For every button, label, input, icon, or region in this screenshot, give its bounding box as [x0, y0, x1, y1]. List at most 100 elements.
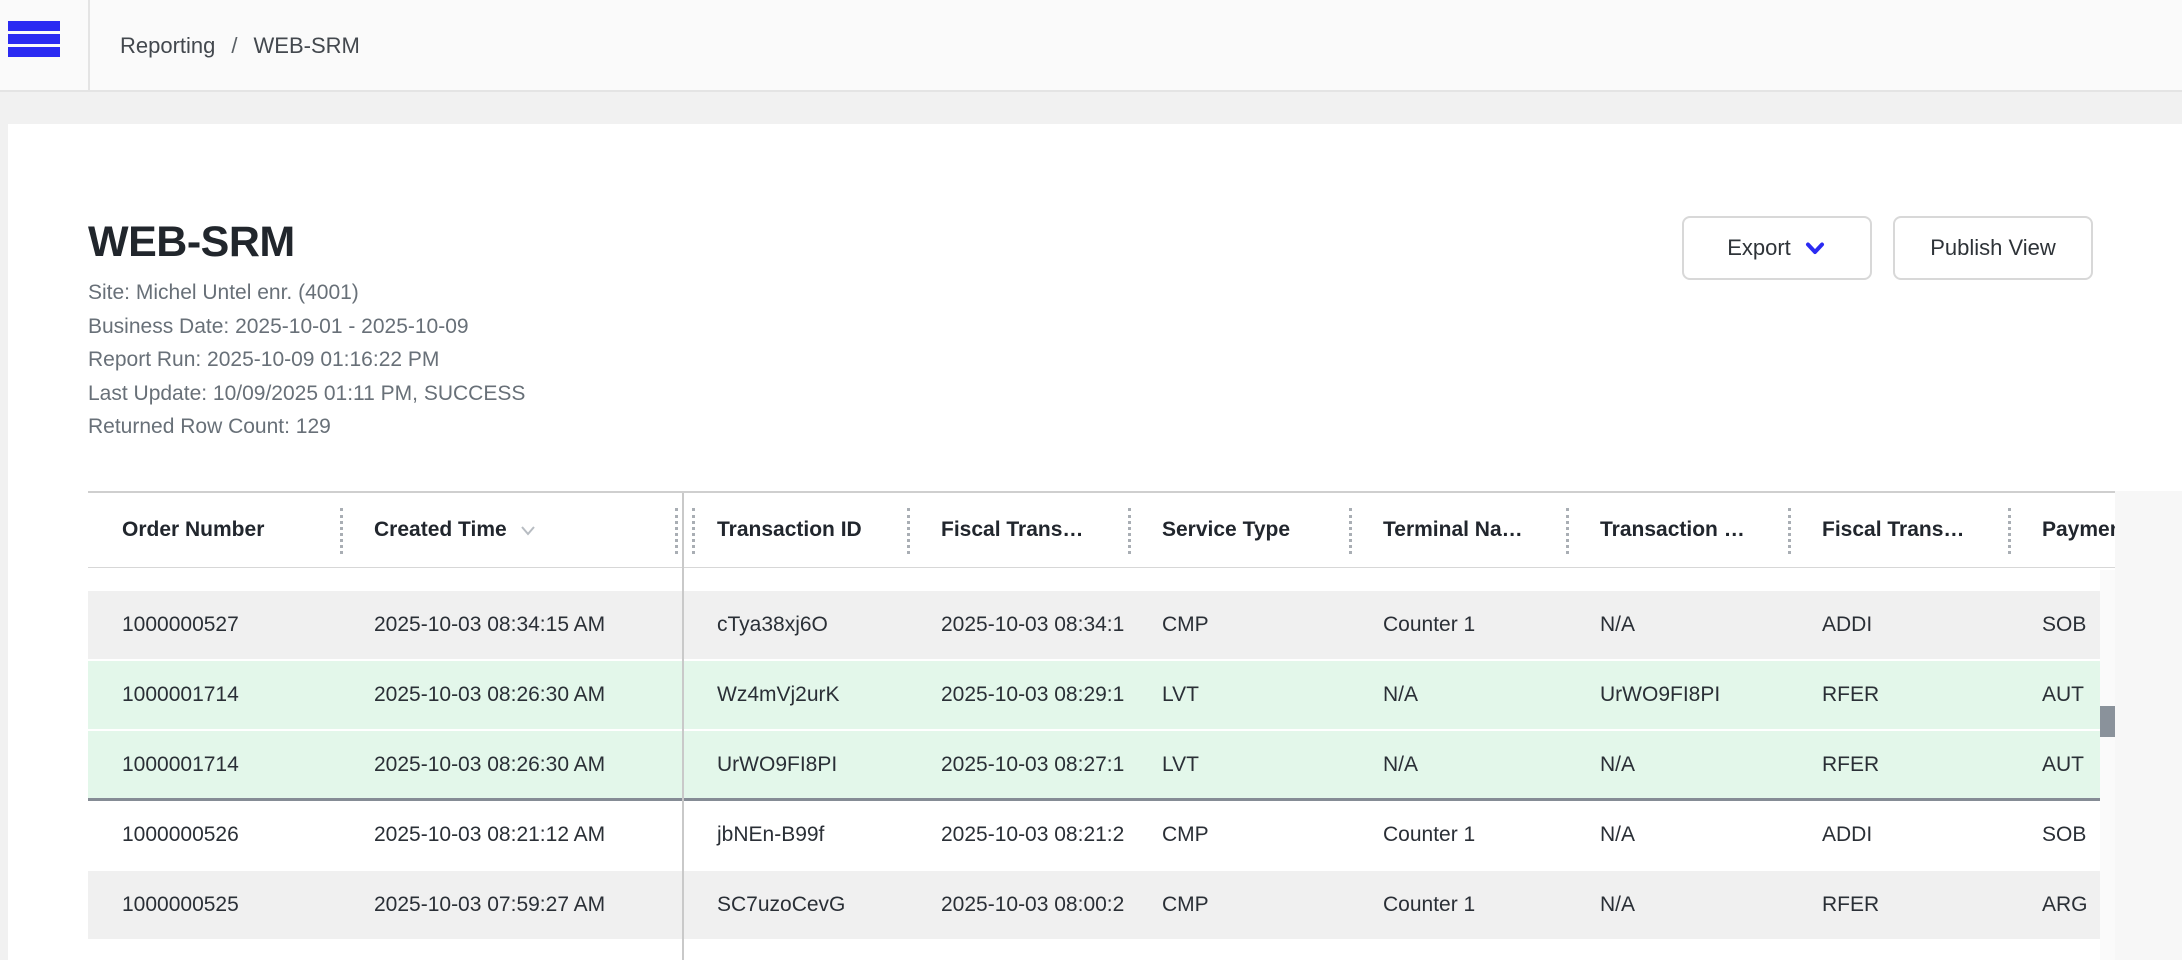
column-resize-handle[interactable] [692, 508, 695, 554]
table-row[interactable]: 10000017142025-10-03 08:26:30 AMWz4mVj2u… [88, 661, 2100, 731]
table-cell: 2025-10-03 08:27:1 [907, 731, 1128, 798]
table-cell: 2025-10-03 08:21:2 [907, 801, 1128, 869]
export-button[interactable]: Export [1682, 216, 1872, 280]
column-header-label: Fiscal Trans… [941, 518, 1083, 542]
table-cell: 2025-10-03 08:34:15 AM [340, 591, 683, 659]
table-cell: N/A [1566, 871, 1788, 939]
table-cell: SOB [2008, 591, 2115, 659]
report-meta: Site: Michel Untel enr. (4001) Business … [88, 276, 525, 444]
hamburger-menu-button[interactable] [8, 21, 60, 57]
table-row[interactable]: 10000005252025-10-03 07:59:27 AMSC7uzoCe… [88, 871, 2100, 939]
table-cell: RFER [1788, 661, 2008, 729]
column-resize-handle[interactable] [340, 508, 343, 554]
column-header-label: Transaction … [1600, 518, 1745, 542]
table-cell: 2025-10-03 08:34:1 [907, 591, 1128, 659]
column-header-label: Paymen [2042, 518, 2115, 542]
sort-descending-icon [517, 519, 539, 541]
table-cell: RFER [1788, 731, 2008, 798]
table-cell: CMP [1128, 871, 1349, 939]
publish-view-button-label: Publish View [1930, 235, 2056, 261]
table-cell: jbNEn-B99f [683, 801, 907, 869]
column-header[interactable]: Paymen [2008, 493, 2115, 567]
column-header[interactable]: Transaction ID [683, 493, 907, 567]
column-resize-handle[interactable] [675, 508, 678, 554]
column-header-label: Fiscal Trans… [1822, 518, 1964, 542]
meta-business-date: Business Date: 2025-10-01 - 2025-10-09 [88, 310, 525, 344]
column-header[interactable]: Terminal Na… [1349, 493, 1566, 567]
table-cell: 2025-10-03 07:59:27 AM [340, 871, 683, 939]
report-card: WEB-SRM Site: Michel Untel enr. (4001) B… [8, 124, 2182, 960]
report-actions: Export Publish View [1682, 216, 2093, 280]
table-cell: N/A [1566, 591, 1788, 659]
table-cell: RFER [1788, 871, 2008, 939]
topbar-divider [88, 0, 90, 92]
topbar: Reporting / WEB-SRM [0, 0, 2182, 92]
export-button-label: Export [1727, 235, 1791, 261]
table-cell: N/A [1349, 661, 1566, 729]
meta-site: Site: Michel Untel enr. (4001) [88, 276, 525, 310]
table-cell: 2025-10-03 08:26:30 AM [340, 731, 683, 798]
vertical-scrollbar[interactable] [2100, 570, 2115, 960]
table-cell: Counter 1 [1349, 801, 1566, 869]
table-cell: Counter 1 [1349, 871, 1566, 939]
table-body: 10000005272025-10-03 08:34:15 AMcTya38xj… [88, 568, 2100, 939]
table-cell: UrWO9FI8PI [683, 731, 907, 798]
meta-row-count: Returned Row Count: 129 [88, 410, 525, 444]
table-cell: 1000000525 [88, 871, 340, 939]
table-row[interactable]: 10000017142025-10-03 08:26:30 AMUrWO9FI8… [88, 731, 2100, 801]
table-cell: 2025-10-03 08:21:12 AM [340, 801, 683, 869]
frozen-column-divider [682, 493, 684, 960]
column-header[interactable]: Transaction … [1566, 493, 1788, 567]
table-cell: N/A [1566, 731, 1788, 798]
table-cell: UrWO9FI8PI [1566, 661, 1788, 729]
column-resize-handle[interactable] [1349, 508, 1352, 554]
chevron-down-icon [1803, 236, 1827, 260]
column-header-label: Created Time [374, 518, 507, 542]
column-header-label: Order Number [122, 518, 264, 542]
column-resize-handle[interactable] [2008, 508, 2011, 554]
publish-view-button[interactable]: Publish View [1893, 216, 2093, 280]
table-cell: N/A [1349, 731, 1566, 798]
breadcrumb-separator: / [231, 33, 237, 59]
table-cell: SC7uzoCevG [683, 871, 907, 939]
table-cell: AUT [2008, 661, 2115, 729]
table-row[interactable]: 10000005262025-10-03 08:21:12 AMjbNEn-B9… [88, 801, 2100, 871]
column-resize-handle[interactable] [1566, 508, 1569, 554]
column-header[interactable]: Service Type [1128, 493, 1349, 567]
column-resize-handle[interactable] [907, 508, 910, 554]
table-right-gutter [2115, 491, 2182, 960]
table-cell: AUT [2008, 731, 2115, 798]
column-header[interactable]: Fiscal Trans… [907, 493, 1128, 567]
column-header[interactable]: Created Time [340, 493, 683, 567]
table-header-row: Order Number Created Time Transaction ID… [88, 493, 2115, 568]
page-title: WEB-SRM [88, 218, 295, 267]
column-header-label: Terminal Na… [1383, 518, 1523, 542]
table-cell: LVT [1128, 731, 1349, 798]
column-header-label: Service Type [1162, 518, 1290, 542]
column-resize-handle[interactable] [1788, 508, 1791, 554]
column-header[interactable]: Fiscal Trans… [1788, 493, 2008, 567]
breadcrumb-item-current: WEB-SRM [254, 33, 360, 59]
table-cell: Wz4mVj2urK [683, 661, 907, 729]
breadcrumb: Reporting / WEB-SRM [120, 0, 360, 92]
table-cell: CMP [1128, 591, 1349, 659]
meta-report-run: Report Run: 2025-10-09 01:16:22 PM [88, 343, 525, 377]
table-cell: SOB [2008, 801, 2115, 869]
column-header-label: Transaction ID [717, 518, 862, 542]
table-cell: CMP [1128, 801, 1349, 869]
table-cell: LVT [1128, 661, 1349, 729]
table-cell: 1000000526 [88, 801, 340, 869]
column-resize-handle[interactable] [1128, 508, 1131, 554]
table-spacer-row [88, 568, 2100, 591]
meta-last-update: Last Update: 10/09/2025 01:11 PM, SUCCES… [88, 377, 525, 411]
table-cell: ARG [2008, 871, 2115, 939]
scrollbar-thumb[interactable] [2100, 706, 2115, 737]
table-cell: 1000001714 [88, 661, 340, 729]
table-cell: 1000001714 [88, 731, 340, 798]
table-cell: 2025-10-03 08:00:2 [907, 871, 1128, 939]
breadcrumb-item-reporting[interactable]: Reporting [120, 33, 215, 59]
report-table: Order Number Created Time Transaction ID… [88, 491, 2115, 960]
column-header[interactable]: Order Number [88, 493, 340, 567]
table-row[interactable]: 10000005272025-10-03 08:34:15 AMcTya38xj… [88, 591, 2100, 661]
table-cell: 2025-10-03 08:29:1 [907, 661, 1128, 729]
